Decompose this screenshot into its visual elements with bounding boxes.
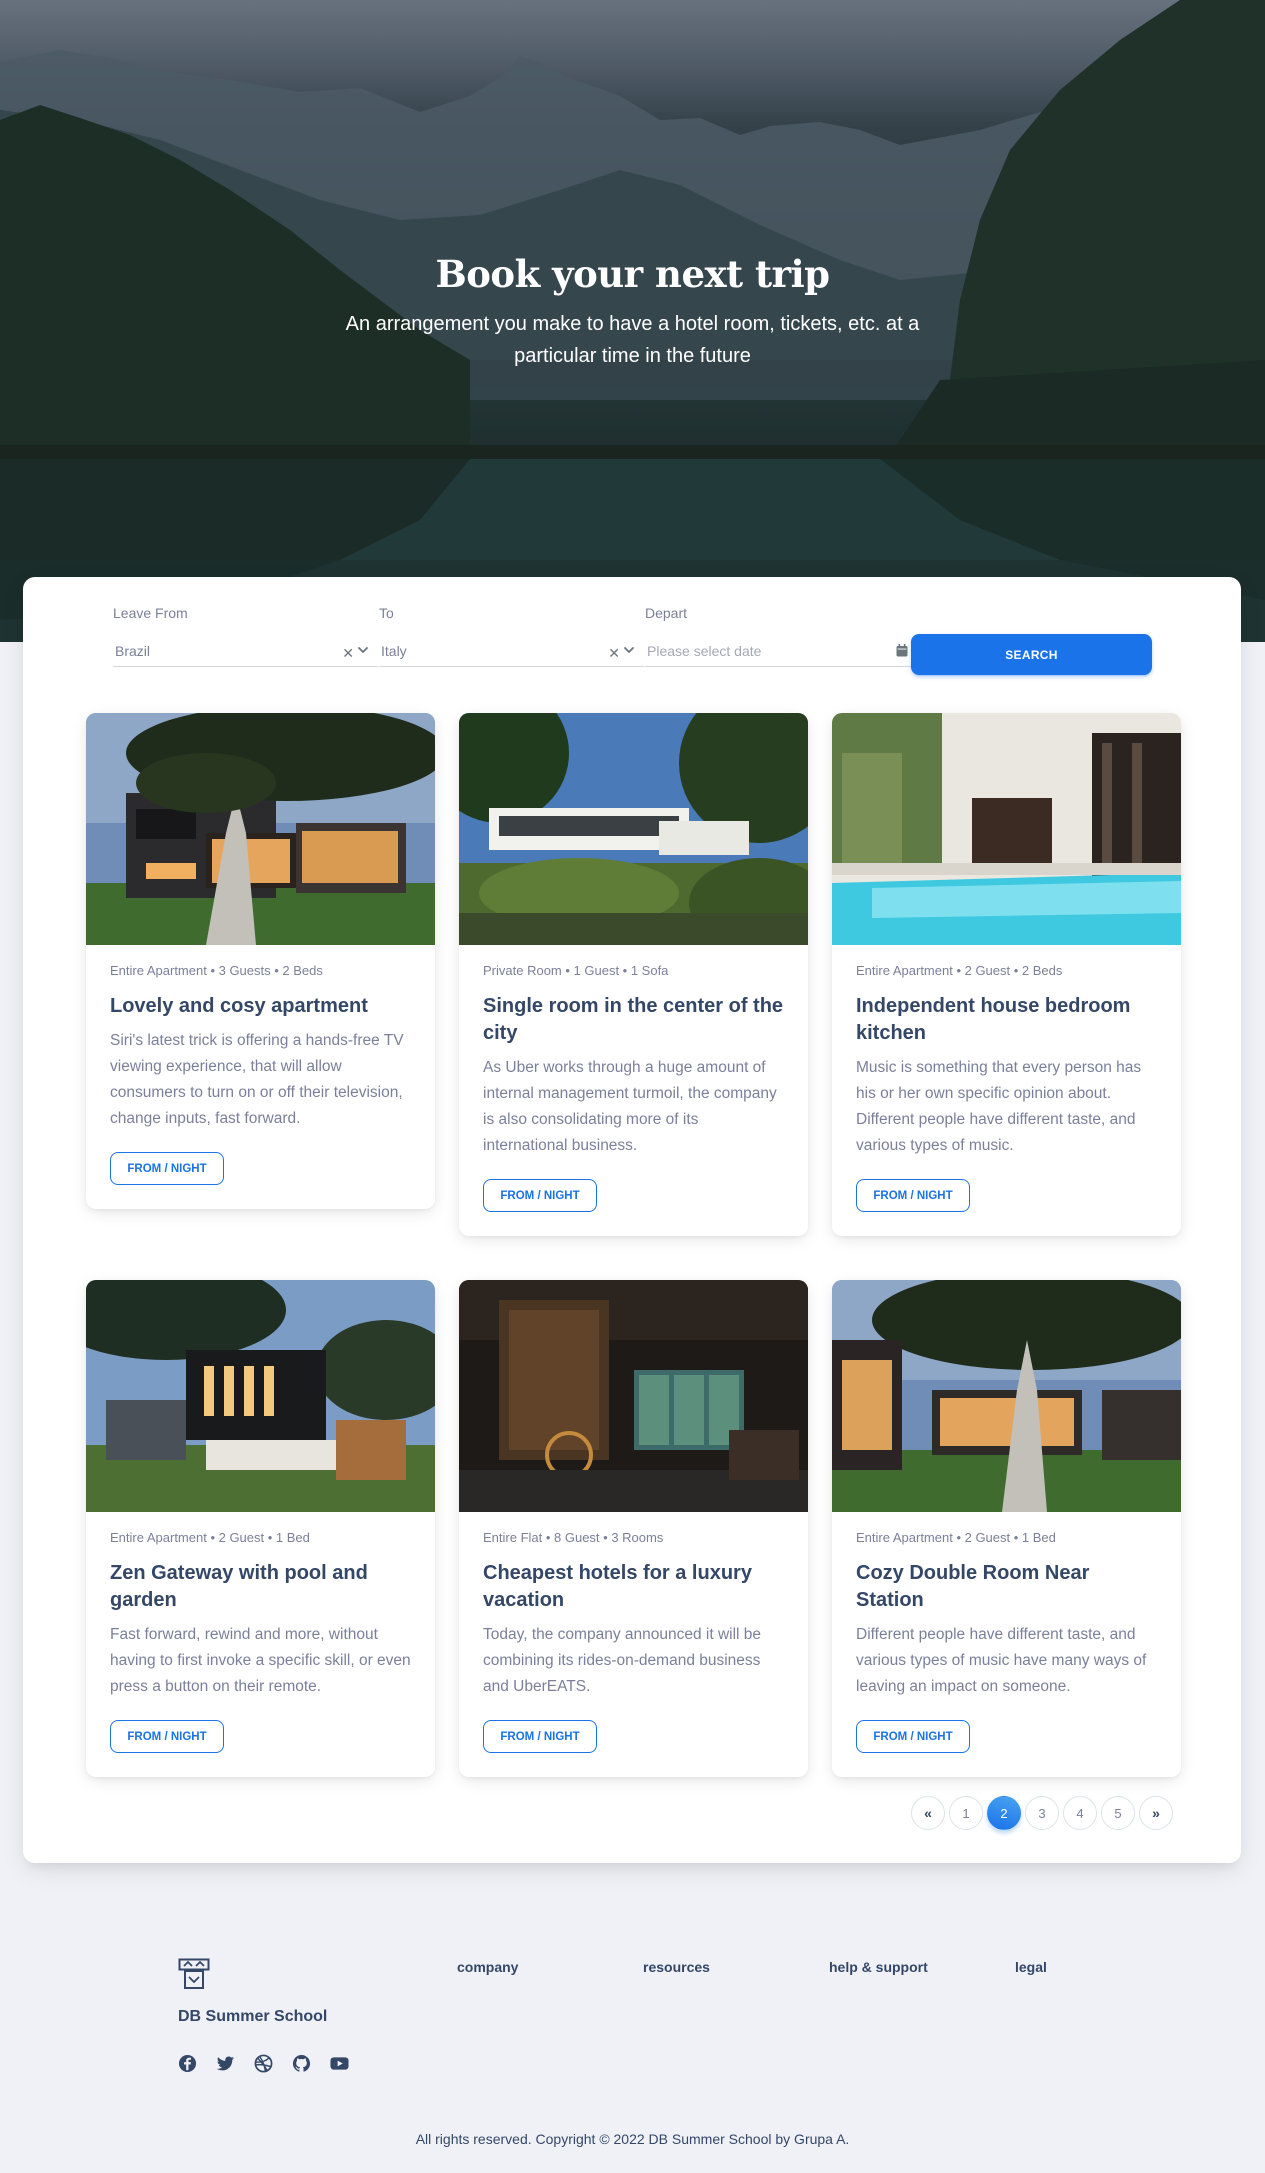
to-field: To Italy ✕ [379,605,644,667]
chevron-down-icon[interactable] [356,643,370,657]
listing-image[interactable] [832,1280,1181,1512]
pagination-page-3[interactable]: 3 [1025,1796,1059,1830]
footer-link-legal[interactable]: legal [1015,1959,1047,1975]
brand-logo-icon[interactable] [178,1958,210,1990]
listing-card[interactable]: Entire Apartment • 2 Guest • 1 Bed Cozy … [832,1280,1181,1777]
to-select[interactable]: Italy ✕ [379,639,644,667]
hero-title: Book your next trip [435,252,830,296]
footer-link-help-support[interactable]: help & support [829,1959,928,1975]
listing-title[interactable]: Single room in the center of the city [483,993,784,1047]
listing-meta: Entire Apartment • 2 Guest • 1 Bed [856,1530,1056,1545]
copyright-text: All rights reserved. Copyright © 2022 DB… [415,2131,850,2147]
main-content-card: Leave From Brazil ✕ To Italy ✕ Depart Pl… [23,577,1241,1863]
listing-card[interactable]: Entire Apartment • 2 Guest • 2 Beds Inde… [832,713,1181,1236]
pagination-page-4[interactable]: 4 [1063,1796,1097,1830]
depart-label: Depart [645,605,688,621]
leave-from-label: Leave From [113,605,188,621]
listing-meta: Entire Flat • 8 Guest • 3 Rooms [483,1530,664,1545]
listing-description: As Uber works through a huge amount of i… [483,1059,777,1154]
listing-description: Fast forward, rewind and more, without h… [110,1626,411,1695]
listing-title[interactable]: Cozy Double Room Near Station [856,1560,1157,1614]
facebook-icon[interactable] [178,2054,197,2073]
from-night-button[interactable]: FROM / NIGHT [856,1179,970,1212]
clear-icon[interactable]: ✕ [342,645,354,662]
listing-title[interactable]: Cheapest hotels for a luxury vacation [483,1560,784,1614]
leave-from-value: Brazil [115,643,151,659]
to-label: To [379,605,394,621]
pagination-page-5[interactable]: 5 [1101,1796,1135,1830]
chevron-down-icon[interactable] [622,643,636,657]
hero-subtitle: An arrangement you make to have a hotel … [345,313,920,367]
listing-description: Different people have different taste, a… [856,1626,1147,1695]
listing-description: Today, the company announced it will be … [483,1626,762,1695]
listing-description: Music is something that every person has… [856,1059,1142,1154]
from-night-button[interactable]: FROM / NIGHT [110,1152,224,1185]
listing-meta: Entire Apartment • 2 Guest • 2 Beds [856,963,1063,978]
pagination-page-1[interactable]: 1 [949,1796,983,1830]
listing-description: Siri's latest trick is offering a hands-… [110,1032,404,1127]
from-night-button[interactable]: FROM / NIGHT [110,1720,224,1753]
footer-link-company[interactable]: company [457,1959,518,1975]
listing-meta: Entire Apartment • 3 Guests • 2 Beds [110,963,323,978]
depart-date-input[interactable]: Please select date [645,639,912,667]
listing-title[interactable]: Lovely and cosy apartment [110,993,411,1020]
from-night-button[interactable]: FROM / NIGHT [483,1179,597,1212]
leave-from-field: Leave From Brazil ✕ [113,605,378,667]
twitter-icon[interactable] [216,2054,235,2073]
to-value: Italy [381,643,407,659]
hero-section: Book your next trip An arrangement you m… [0,0,1265,642]
footer-brand-name[interactable]: DB Summer School [178,2008,327,2026]
pagination-next-button[interactable]: » [1139,1796,1173,1830]
social-links [178,2054,349,2073]
listing-title[interactable]: Independent house bedroom kitchen [856,993,1157,1047]
leave-from-select[interactable]: Brazil ✕ [113,639,378,667]
listing-image[interactable] [86,713,435,945]
from-night-button[interactable]: FROM / NIGHT [483,1720,597,1753]
pagination: « 1 2 3 4 5 » [911,1796,1173,1830]
from-night-button[interactable]: FROM / NIGHT [856,1720,970,1753]
listing-image[interactable] [86,1280,435,1512]
listing-card[interactable]: Entire Apartment • 3 Guests • 2 Beds Lov… [86,713,435,1209]
youtube-icon[interactable] [330,2054,349,2073]
listing-meta: Entire Apartment • 2 Guest • 1 Bed [110,1530,310,1545]
listing-image[interactable] [459,1280,808,1512]
calendar-icon[interactable] [896,644,908,657]
listing-title[interactable]: Zen Gateway with pool and garden [110,1560,411,1614]
github-icon[interactable] [292,2054,311,2073]
search-button[interactable]: SEARCH [911,634,1152,675]
dribbble-icon[interactable] [254,2054,273,2073]
listing-card[interactable]: Private Room • 1 Guest • 1 Sofa Single r… [459,713,808,1236]
depart-placeholder: Please select date [647,643,762,659]
listing-card[interactable]: Entire Flat • 8 Guest • 3 Rooms Cheapest… [459,1280,808,1777]
clear-icon[interactable]: ✕ [608,645,620,662]
pagination-page-2[interactable]: 2 [987,1796,1021,1830]
footer-link-resources[interactable]: resources [643,1959,710,1975]
listing-image[interactable] [459,713,808,945]
depart-field: Depart Please select date [645,605,912,667]
pagination-prev-button[interactable]: « [911,1796,945,1830]
listing-meta: Private Room • 1 Guest • 1 Sofa [483,963,669,978]
listing-image[interactable] [832,713,1181,945]
listing-card[interactable]: Entire Apartment • 2 Guest • 1 Bed Zen G… [86,1280,435,1777]
